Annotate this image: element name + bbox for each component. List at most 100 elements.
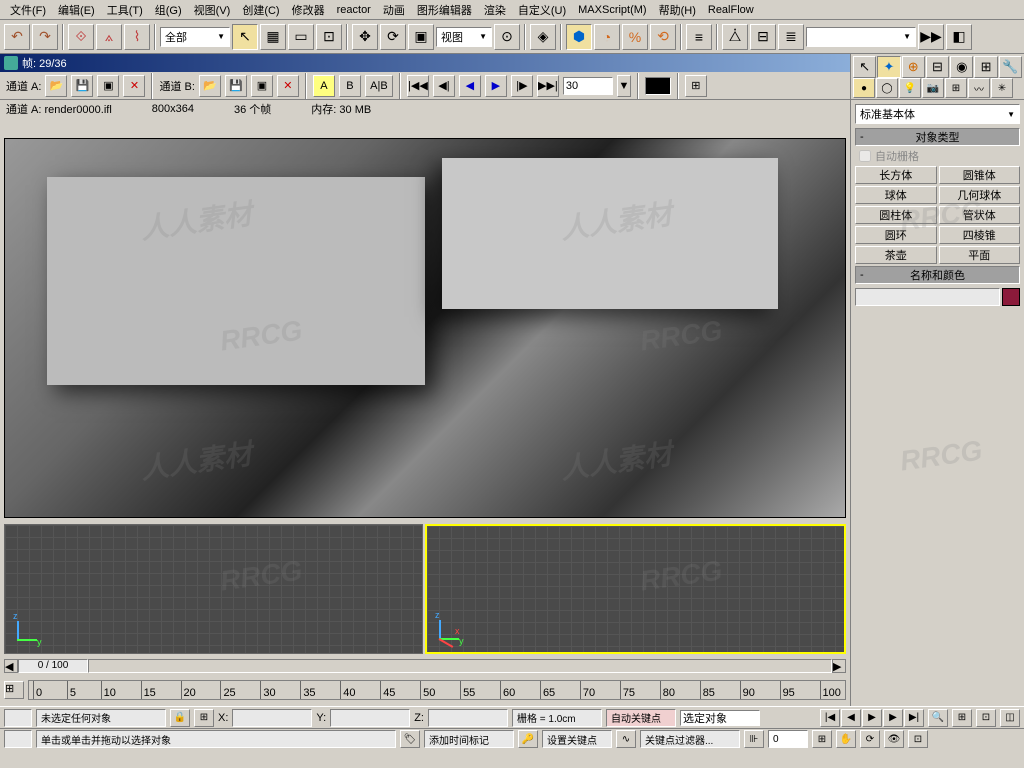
curve-icon[interactable]: ∿ [616,730,636,748]
open-b-button[interactable]: 📂 [199,75,221,97]
helpers-icon[interactable]: ⊞ [945,78,967,98]
selection-filter-combo[interactable]: 全部▼ [160,27,230,47]
menu-reactor[interactable]: reactor [331,2,377,18]
viewport-perspective[interactable]: zyx [425,524,846,654]
undo-button[interactable]: ↶ [4,24,30,50]
cone-button[interactable]: 圆锥体 [939,166,1021,184]
object-type-rollout[interactable]: -对象类型 [855,128,1020,146]
setkey-button[interactable]: 设置关键点 [542,730,612,748]
goto-end-button[interactable]: ▶| [904,709,924,727]
current-frame-input[interactable] [768,730,808,748]
clear-b-button[interactable]: ✕ [277,75,299,97]
autokey-button[interactable]: 自动关键点 [606,709,676,727]
menu-rendering[interactable]: 渲染 [478,0,512,20]
next-frame-button[interactable]: ▶ [883,709,903,727]
category-combo[interactable]: 标准基本体▼ [855,104,1020,124]
menu-create[interactable]: 创建(C) [236,0,285,20]
scroll-left-button[interactable]: ◀ [4,659,18,673]
tab-hierarchy-icon[interactable]: ⊟ [926,56,949,78]
tube-button[interactable]: 管状体 [939,206,1021,224]
tab-create-icon[interactable]: ✦ [877,56,900,78]
save-a-button[interactable]: 💾 [71,75,93,97]
systems-icon[interactable]: ✳ [991,78,1013,98]
autogrid-checkbox[interactable]: 自动栅格 [859,148,1016,164]
geosphere-button[interactable]: 几何球体 [939,186,1021,204]
tab-utilities-icon[interactable]: 🔧 [999,56,1022,78]
link-button[interactable]: ⟐ [68,24,94,50]
nav-arc-icon[interactable]: ⟳ [860,730,880,748]
plane-button[interactable]: 平面 [939,246,1021,264]
lock-icon[interactable]: 🔒 [170,709,190,727]
clear-a-button[interactable]: ✕ [123,75,145,97]
add-time-marker[interactable]: 添加时间标记 [424,730,514,748]
object-color-swatch[interactable] [1002,288,1020,306]
nav-walk-icon[interactable]: 👁 [884,730,904,748]
frame-number-input[interactable] [563,77,613,95]
pivot-button[interactable]: ⊙ [494,24,520,50]
tab-modify-icon[interactable]: ⊕ [902,56,925,78]
angle-snap-button[interactable]: ◔ [594,24,620,50]
menu-file[interactable]: 文件(F) [4,0,52,20]
render-viewport[interactable] [4,138,846,518]
menu-views[interactable]: 视图(V) [188,0,237,20]
z-coord-input[interactable] [428,709,508,727]
y-coord-input[interactable] [330,709,410,727]
transform-type-icon[interactable]: ⊞ [194,709,214,727]
select-manipulate-button[interactable]: ◈ [530,24,556,50]
select-scale-button[interactable]: ▣ [408,24,434,50]
play-fwd-button[interactable]: ▶ [485,75,507,97]
keymode-combo[interactable]: 选定对象 [680,710,760,726]
lock-selection-button[interactable] [4,709,32,727]
open-a-button[interactable]: 📂 [45,75,67,97]
lock-button[interactable]: ◧ [946,24,972,50]
snap-toggle-button[interactable]: ⬢ [566,24,592,50]
key-icon[interactable]: 🔑 [518,730,538,748]
nav-zoom-icon[interactable]: 🔍 [928,709,948,727]
teapot-button[interactable]: 茶壶 [855,246,937,264]
align-button[interactable]: ⊟ [750,24,776,50]
prev-frame-button[interactable]: ◀| [433,75,455,97]
nav-fov-icon[interactable]: ◫ [1000,709,1020,727]
unlink-button[interactable]: ⟑ [96,24,122,50]
x-coord-input[interactable] [232,709,312,727]
play-button[interactable]: ▶ [862,709,882,727]
geometry-icon[interactable]: ● [853,78,875,98]
shapes-icon[interactable]: ◯ [876,78,898,98]
menu-animation[interactable]: 动画 [377,0,411,20]
next-frame-button[interactable]: |▶ [511,75,533,97]
save-b-button[interactable]: 💾 [225,75,247,97]
prev-frame-button[interactable]: ◀ [841,709,861,727]
select-object-button[interactable]: ↖ [232,24,258,50]
timeline-ruler[interactable]: 0510152025303540455055606570758085909510… [28,680,846,700]
spinner-snap-button[interactable]: ⟲ [650,24,676,50]
menu-realflow[interactable]: RealFlow [702,2,760,18]
tab-display-icon[interactable]: ⊞ [974,56,997,78]
spacewarps-icon[interactable]: 〰 [968,78,990,98]
menu-maxscript[interactable]: MAXScript(M) [572,2,652,18]
object-name-input[interactable] [855,288,1000,306]
tab-motion-icon[interactable]: ◉ [950,56,973,78]
menu-help[interactable]: 帮助(H) [653,0,702,20]
mirror-button[interactable]: ⧊ [722,24,748,50]
menu-modifiers[interactable]: 修改器 [286,0,331,20]
menu-edit[interactable]: 编辑(E) [52,0,101,20]
key-filter-button[interactable]: 关键点过滤器... [640,730,740,748]
torus-button[interactable]: 圆环 [855,226,937,244]
cameras-icon[interactable]: 📷 [922,78,944,98]
time-config-button[interactable]: ⊞ [812,730,832,748]
cylinder-button[interactable]: 圆柱体 [855,206,937,224]
timeline-scrollbar[interactable] [88,659,832,673]
bind-spacewarp-button[interactable]: ⌇ [124,24,150,50]
nav-zoomext-icon[interactable]: ⊡ [976,709,996,727]
clone-b-button[interactable]: ▣ [251,75,273,97]
select-by-name-button[interactable]: ▦ [260,24,286,50]
scroll-right-button[interactable]: ▶ [832,659,846,673]
box-button[interactable]: 长方体 [855,166,937,184]
nav-zoomall-icon[interactable]: ⊞ [952,709,972,727]
nav-pan-icon[interactable]: ✋ [836,730,856,748]
redo-button[interactable]: ↷ [32,24,58,50]
clone-window-button[interactable]: ⊞ [685,75,707,97]
channel-b-button[interactable]: B [339,75,361,97]
goto-end-button[interactable]: ▶▶| [537,75,559,97]
select-region-button[interactable]: ▭ [288,24,314,50]
